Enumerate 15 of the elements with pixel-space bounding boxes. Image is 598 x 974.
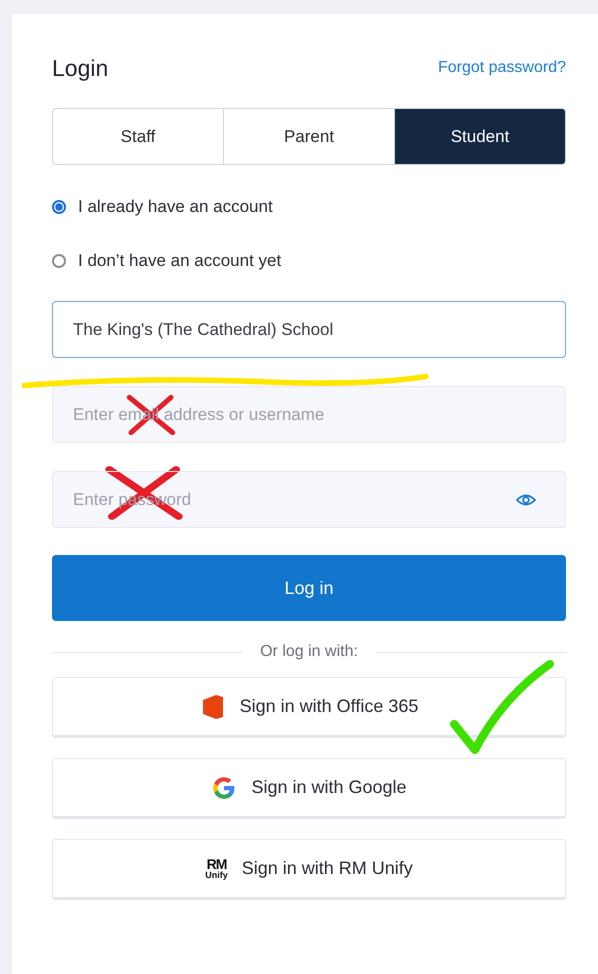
radio-button[interactable] [52, 200, 66, 214]
radio-button[interactable] [52, 254, 66, 268]
radio-label[interactable]: I already have an account [78, 197, 273, 217]
google-icon [211, 774, 238, 800]
divider-text: Or log in with: [260, 643, 358, 661]
login-title: Login [52, 54, 108, 82]
forgot-password-link[interactable]: Forgot password? [438, 59, 566, 77]
school-field[interactable]: The King's (The Cathedral) School [52, 301, 566, 358]
sign-in-button[interactable]: Sign in with Office 365 [52, 677, 566, 738]
eye-icon[interactable] [516, 494, 536, 506]
sign-in-button[interactable]: Sign in with Google [52, 758, 566, 819]
role-tab[interactable]: Student [394, 109, 565, 164]
radio-label[interactable]: I don’t have an account yet [78, 251, 282, 271]
rm-unify-logo: RM Unify [205, 857, 228, 880]
login-button[interactable]: Log in [52, 555, 566, 621]
